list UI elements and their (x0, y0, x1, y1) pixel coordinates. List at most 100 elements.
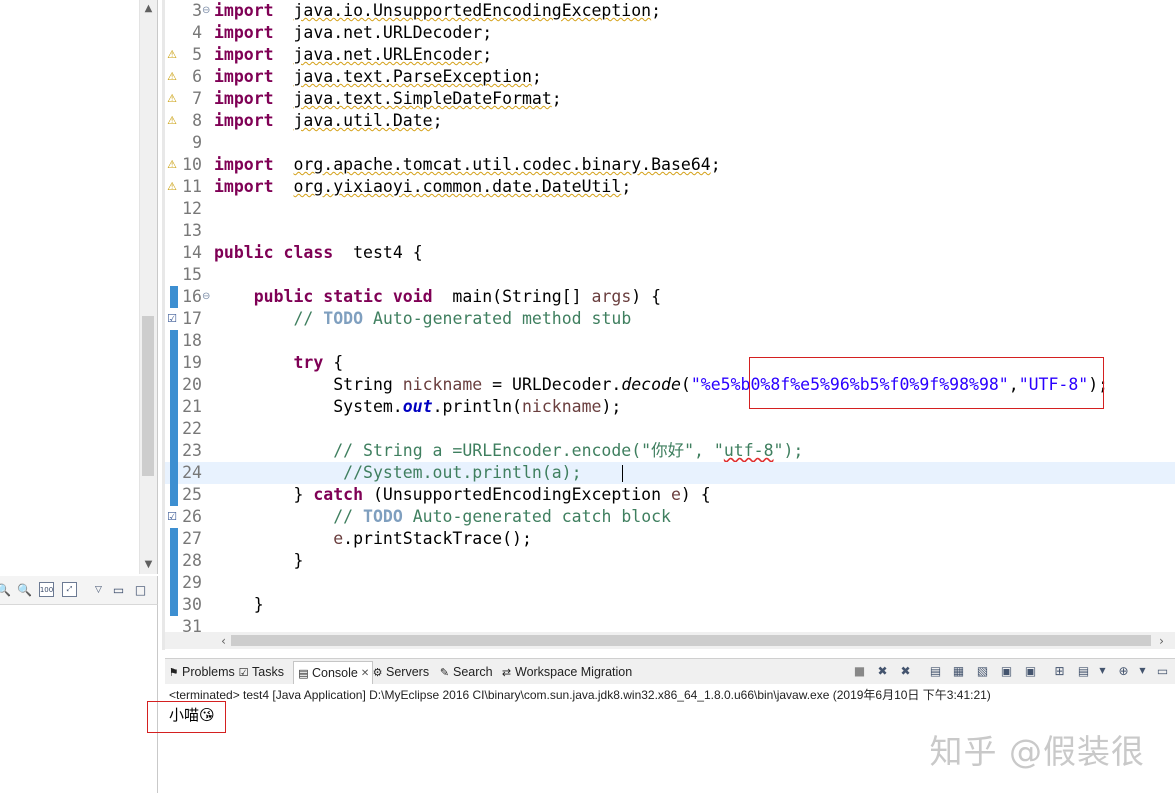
code-text: import org.apache.tomcat.util.codec.bina… (214, 154, 721, 176)
line-number: 6 (192, 67, 202, 86)
minimize-view-icon[interactable]: ▭ (1155, 663, 1170, 678)
code-line[interactable]: ☑ 26 // TODO Auto-generated catch block (165, 506, 1175, 528)
code-token: } (214, 595, 264, 614)
code-line[interactable]: ⚠ 5 import java.net.URLEncoder; (165, 44, 1175, 66)
code-line[interactable]: 27 e.printStackTrace(); (165, 528, 1175, 550)
zoom-100-icon[interactable]: 100 (39, 582, 54, 597)
tab-console[interactable]: ▤ Console ✕ (293, 661, 374, 684)
code-token: org.apache.tomcat.util.codec.binary.Base… (293, 155, 711, 174)
code-line[interactable]: 15 (165, 264, 1175, 286)
output-highlight-box (147, 701, 226, 733)
code-line[interactable]: 23 // String a =URLEncoder.encode("你好", … (165, 440, 1175, 462)
code-text: //System.out.println(a); (214, 462, 581, 484)
line-number: 30 (182, 595, 202, 614)
tab-workspace-migration[interactable]: ⇄ Workspace Migration (500, 662, 632, 682)
code-line[interactable]: ⚠ 8 import java.util.Date; (165, 110, 1175, 132)
line-number: 27 (182, 529, 202, 548)
code-token: ); (601, 397, 622, 416)
line-number: 14 (182, 243, 202, 262)
zoom-in-icon[interactable]: 🔍 (17, 582, 32, 597)
remove-launch-icon[interactable]: ✖ (875, 663, 890, 678)
fold-toggle-icon[interactable]: ⊖ (202, 286, 212, 308)
scrollbar-thumb[interactable] (142, 316, 154, 476)
line-number: 4 (192, 23, 202, 42)
line-number: 31 (182, 617, 202, 632)
code-token: nickname (521, 397, 602, 416)
line-number: 7 (192, 89, 202, 108)
show-console-on-error-icon[interactable]: ▣ (1023, 663, 1038, 678)
code-line[interactable]: 12 (165, 198, 1175, 220)
code-line[interactable]: 24 //System.out.println(a); (165, 462, 1175, 484)
display-selected-console-icon[interactable]: ▤ (1076, 663, 1091, 678)
code-line[interactable]: 3 ⊖ import java.io.UnsupportedEncodingExce… (165, 0, 1175, 22)
tab-search[interactable]: ✎ Search (438, 662, 493, 682)
open-console-icon[interactable]: ⊕ (1116, 663, 1131, 678)
code-line[interactable]: 18 (165, 330, 1175, 352)
remove-all-terminated-icon[interactable]: ✖ (898, 663, 913, 678)
code-line[interactable]: ⚠ 7 import java.text.SimpleDateFormat; (165, 88, 1175, 110)
code-token: main(String[] (432, 287, 592, 306)
tab-problems[interactable]: ⚑ Problems (167, 662, 235, 682)
code-line[interactable]: 4 import java.net.URLDecoder; (165, 22, 1175, 44)
code-token: java.io.UnsupportedEncodingException (293, 1, 652, 20)
code-token: = URLDecoder. (482, 375, 622, 394)
code-token: import (214, 67, 274, 86)
scroll-right-arrow-icon[interactable]: › (1153, 632, 1170, 649)
code-line[interactable]: 22 (165, 418, 1175, 440)
h-scrollbar-thumb[interactable] (231, 635, 1151, 646)
minimize-icon[interactable]: ▭ (111, 582, 126, 597)
maximize-icon[interactable]: □ (133, 582, 148, 597)
code-line[interactable]: ☑ 17 // TODO Auto-generated method stub (165, 308, 1175, 330)
tab-tasks[interactable]: ☑ Tasks (237, 662, 284, 682)
code-line[interactable]: 31 (165, 616, 1175, 632)
open-console-dropdown-icon[interactable]: ▼ (1135, 663, 1150, 678)
terminate-icon[interactable]: ■ (852, 663, 867, 678)
fold-toggle-icon[interactable]: ⊖ (202, 0, 212, 22)
code-text: import org.yixiaoyi.common.date.DateUtil… (214, 176, 631, 198)
code-line[interactable]: 16 ⊖ public static void main(String[] arg… (165, 286, 1175, 308)
left-vertical-scrollbar[interactable]: ▲ ▼ (139, 0, 157, 574)
code-token: String (214, 375, 403, 394)
code-token: import (214, 177, 274, 196)
code-token: args (591, 287, 632, 306)
code-line[interactable]: 30 } (165, 594, 1175, 616)
scroll-down-arrow-icon[interactable]: ▼ (140, 556, 157, 573)
clear-console-icon[interactable]: ▤ (928, 663, 943, 678)
word-wrap-icon[interactable]: ▧ (975, 663, 990, 678)
code-token: nickname (402, 375, 483, 394)
code-editor[interactable]: 3 ⊖ import java.io.UnsupportedEncodingExce… (165, 0, 1175, 632)
code-token: .println( (432, 397, 522, 416)
search-icon: ✎ (439, 665, 450, 679)
tab-servers[interactable]: ⚙ Servers (371, 662, 430, 682)
show-console-on-output-icon[interactable]: ▣ (999, 663, 1014, 678)
scroll-left-arrow-icon[interactable]: ‹ (215, 632, 232, 649)
code-line[interactable]: 14 public class test4 { (165, 242, 1175, 264)
view-menu-icon[interactable]: ▽ (91, 582, 106, 597)
code-token: "); (773, 441, 804, 460)
line-number: 5 (192, 45, 202, 64)
code-line[interactable]: ⚠ 10 import org.apache.tomcat.util.codec.b… (165, 154, 1175, 176)
scroll-up-arrow-icon[interactable]: ▲ (140, 0, 157, 17)
code-token: ; (482, 45, 493, 64)
code-token: import (214, 89, 274, 108)
display-selected-dropdown-icon[interactable]: ▼ (1095, 663, 1110, 678)
code-line[interactable]: 28 } (165, 550, 1175, 572)
code-text: public static void main(String[] args) { (214, 286, 661, 308)
close-tab-icon[interactable]: ✕ (361, 668, 369, 679)
code-line[interactable]: 25 } catch (UnsupportedEncodingException… (165, 484, 1175, 506)
code-line[interactable]: 13 (165, 220, 1175, 242)
editor-horizontal-scrollbar[interactable]: ‹ › (165, 632, 1175, 649)
code-line[interactable]: ⚠ 6 import java.text.ParseException; (165, 66, 1175, 88)
scroll-lock-icon[interactable]: ▦ (951, 663, 966, 678)
pin-console-icon[interactable]: ⊞ (1052, 663, 1067, 678)
code-line[interactable]: ⚠ 11 import org.yixiaoyi.common.date.DateU… (165, 176, 1175, 198)
zoom-out-icon[interactable]: 🔍 (0, 582, 11, 597)
fit-to-window-icon[interactable]: ⤢ (62, 582, 77, 597)
code-line[interactable]: 9 (165, 132, 1175, 154)
code-line[interactable]: 29 (165, 572, 1175, 594)
code-token: java.text.ParseException (293, 67, 532, 86)
